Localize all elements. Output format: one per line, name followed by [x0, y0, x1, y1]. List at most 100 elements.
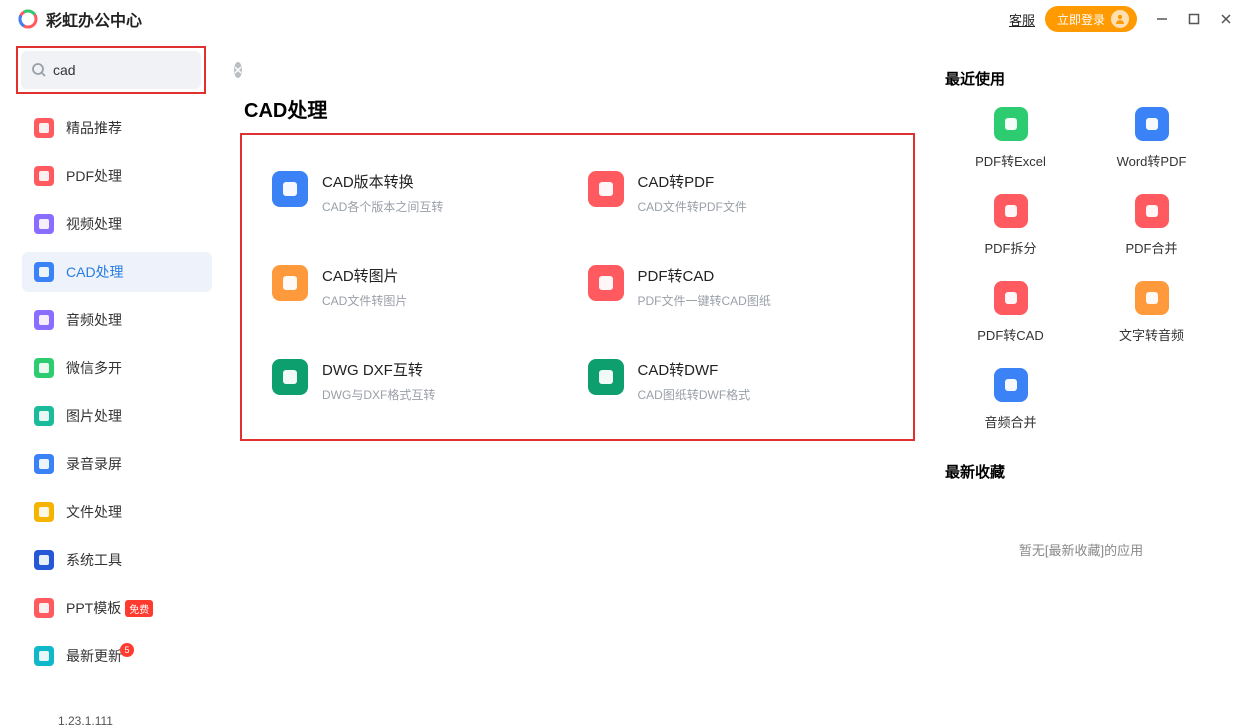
nav-icon	[34, 358, 54, 378]
right-column: 最近使用 PDF转Excel Word转PDF PDF拆分 PDF合并 PDF转CAD 文…	[935, 38, 1245, 721]
tools-grid: CAD版本转换CAD各个版本之间互转CAD转PDFCAD文件转PDF文件CAD转…	[252, 161, 903, 413]
tool-icon	[272, 359, 308, 395]
search-box[interactable]	[21, 51, 201, 89]
maximize-icon[interactable]	[1187, 12, 1201, 26]
minimize-icon[interactable]	[1155, 12, 1169, 26]
nav-icon	[34, 502, 54, 522]
app-title: 彩虹办公中心	[46, 7, 142, 31]
recent-item[interactable]: PDF转Excel	[945, 107, 1076, 170]
tool-item[interactable]: CAD转图片 CAD文件转图片	[272, 265, 568, 309]
version-label: 1.23.1.111	[58, 714, 212, 728]
tool-icon	[588, 171, 624, 207]
sidebar-item[interactable]: 录音录屏	[22, 444, 212, 484]
nav-icon	[34, 166, 54, 186]
favorites-panel: 最新收藏 暂无[最新收藏]的应用	[945, 461, 1217, 599]
tool-item[interactable]: CAD转PDF CAD文件转PDF文件	[588, 171, 884, 215]
tool-title: CAD转PDF	[638, 171, 747, 192]
recent-panel: 最近使用 PDF转Excel Word转PDF PDF拆分 PDF合并 PDF转CAD 文…	[945, 68, 1217, 431]
tool-icon	[272, 265, 308, 301]
sidebar-item-label: 最新更新	[66, 646, 122, 666]
recent-icon	[1135, 194, 1169, 228]
sidebar-item-label: 音频处理	[66, 310, 122, 330]
app-logo-icon	[18, 9, 38, 29]
recent-item[interactable]: 音频合并	[945, 368, 1076, 431]
main-content: CAD处理 CAD版本转换CAD各个版本之间互转 CAD转PDF CAD文件转PDF…	[222, 38, 935, 721]
recent-icon	[1135, 107, 1169, 141]
page-title: CAD处理	[244, 94, 915, 123]
recent-title: 最近使用	[945, 68, 1217, 89]
recent-item[interactable]: 文字转音频	[1086, 281, 1217, 344]
sidebar-item[interactable]: 微信多开	[22, 348, 212, 388]
sidebar-item-label: 录音录屏	[66, 454, 122, 474]
sidebar-item[interactable]: 音频处理	[22, 300, 212, 340]
close-icon[interactable]	[1219, 12, 1233, 26]
sidebar-item-label: 系统工具	[66, 550, 122, 570]
nav-icon	[34, 598, 54, 618]
tool-title: DWG DXF互转	[322, 359, 435, 380]
favorites-title: 最新收藏	[945, 461, 1217, 482]
tool-desc: CAD文件转PDF文件	[638, 198, 747, 215]
recent-icon	[994, 107, 1028, 141]
recent-item[interactable]: PDF转CAD	[945, 281, 1076, 344]
sidebar: 精品推荐 PDF处理视频处理 CAD处理音频处理微信多开图片处理录音录屏文件处理系统…	[0, 38, 222, 721]
clear-icon[interactable]	[234, 62, 242, 78]
search-icon	[31, 62, 47, 78]
favorites-empty-text: 暂无[最新收藏]的应用	[945, 500, 1217, 599]
sidebar-item-label: 文件处理	[66, 502, 122, 522]
recent-icon	[994, 368, 1028, 402]
free-badge: 免费	[125, 600, 153, 617]
tools-highlight-frame: CAD版本转换CAD各个版本之间互转CAD转PDFCAD文件转PDF文件CAD转…	[240, 133, 915, 441]
sidebar-item-label: 微信多开	[66, 358, 122, 378]
tool-desc: CAD文件转图片	[322, 292, 407, 309]
login-button[interactable]: 立即登录	[1045, 6, 1137, 32]
login-button-label: 立即登录	[1057, 11, 1105, 28]
search-highlight-frame	[16, 46, 206, 94]
tool-item[interactable]: PDF转CAD PDF文件一键转CAD图纸	[588, 265, 884, 309]
sidebar-item[interactable]: PDF处理	[22, 156, 212, 196]
sidebar-item-label: PDF处理	[66, 166, 122, 186]
recent-label: Word转PDF	[1117, 151, 1187, 170]
tool-title: CAD版本转换	[322, 171, 443, 192]
nav-icon	[34, 310, 54, 330]
nav-list: 精品推荐 PDF处理视频处理 CAD处理音频处理微信多开图片处理录音录屏文件处理系统…	[22, 108, 212, 684]
sidebar-item[interactable]: 视频处理	[22, 204, 212, 244]
tool-item[interactable]: CAD版本转换CAD各个版本之间互转	[272, 171, 568, 215]
recent-icon	[1135, 281, 1169, 315]
tool-title: CAD转DWF	[638, 359, 751, 380]
recent-icon	[994, 281, 1028, 315]
nav-icon	[34, 646, 54, 666]
recent-grid: PDF转Excel Word转PDF PDF拆分 PDF合并 PDF转CAD 文字转音频音…	[945, 107, 1217, 431]
tool-title: CAD转图片	[322, 265, 407, 286]
update-count-badge: 5	[120, 643, 134, 657]
recent-item[interactable]: Word转PDF	[1086, 107, 1217, 170]
tool-icon	[588, 359, 624, 395]
sidebar-item[interactable]: 图片处理	[22, 396, 212, 436]
recent-item[interactable]: PDF合并	[1086, 194, 1217, 257]
sidebar-item-label: 图片处理	[66, 406, 122, 426]
tool-desc: CAD图纸转DWF格式	[638, 386, 751, 403]
sidebar-item[interactable]: PPT模板免费	[22, 588, 212, 628]
sidebar-item-label: CAD处理	[66, 262, 124, 282]
tool-item[interactable]: DWG DXF互转DWG与DXF格式互转	[272, 359, 568, 403]
sidebar-item-label: PPT模板	[66, 598, 121, 618]
tool-item[interactable]: CAD转DWF CAD图纸转DWF格式	[588, 359, 884, 403]
nav-icon	[34, 118, 54, 138]
tool-icon	[272, 171, 308, 207]
sidebar-item-label: 视频处理	[66, 214, 122, 234]
recent-item[interactable]: PDF拆分	[945, 194, 1076, 257]
sidebar-item[interactable]: 系统工具	[22, 540, 212, 580]
recent-icon	[994, 194, 1028, 228]
sidebar-item[interactable]: 最新更新5	[22, 636, 212, 676]
customer-service-link[interactable]: 客服	[1009, 10, 1035, 29]
search-input[interactable]	[53, 62, 234, 78]
tool-desc: PDF文件一键转CAD图纸	[638, 292, 771, 309]
sidebar-item[interactable]: 精品推荐	[22, 108, 212, 148]
recent-label: 音频合并	[984, 412, 1036, 431]
nav-icon	[34, 262, 54, 282]
nav-icon	[34, 406, 54, 426]
recent-label: PDF转CAD	[977, 325, 1043, 344]
recent-label: PDF拆分	[984, 238, 1036, 257]
sidebar-item[interactable]: CAD处理	[22, 252, 212, 292]
sidebar-item[interactable]: 文件处理	[22, 492, 212, 532]
tool-title: PDF转CAD	[638, 265, 771, 286]
